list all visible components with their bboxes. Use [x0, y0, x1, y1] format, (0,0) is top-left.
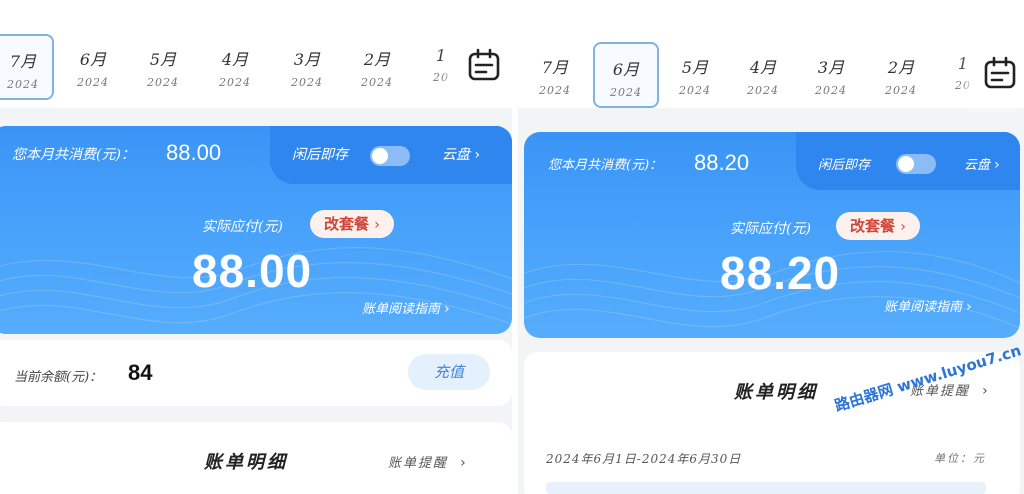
closed-store-toggle[interactable]	[370, 146, 410, 166]
month-label: 6月	[612, 60, 640, 79]
bill-summary-card: 您本月共消费(元)： 88.00 闲后即存 云盘 › 实际应付(元) 改套餐 ›…	[0, 126, 512, 334]
year-label: 2024	[219, 76, 251, 89]
change-plan-button[interactable]: 改套餐 ›	[836, 212, 920, 240]
month-selector: 7月 2024 6月 2024 5月 2024 4月 2024 3月 2024 …	[518, 0, 1024, 108]
change-plan-label: 改套餐	[850, 217, 896, 235]
cloud-link[interactable]: 云盘 ›	[964, 154, 1000, 173]
month-tab-march[interactable]: 3月 2024	[276, 34, 338, 100]
month-tab-july[interactable]: 7月 2024	[524, 42, 586, 108]
chevron-right-icon: ›	[460, 455, 466, 471]
cloud-link[interactable]: 云盘 ›	[442, 144, 480, 164]
toggle-knob	[898, 156, 914, 172]
chevron-right-icon: ›	[982, 383, 988, 399]
calendar-button[interactable]	[976, 38, 1024, 108]
month-label: 3月	[817, 58, 845, 77]
card-header: 您本月共消费(元)： 88.00 闲后即存 云盘 ›	[0, 126, 512, 184]
closed-store-label: 闲后即存	[818, 158, 871, 173]
month-label: 4月	[749, 58, 777, 77]
bill-guide-label: 账单阅读指南	[884, 300, 963, 315]
year-label: 2024	[291, 76, 323, 89]
chevron-right-icon: ›	[474, 147, 481, 163]
change-plan-label: 改套餐	[324, 215, 370, 233]
toggle-knob	[372, 148, 388, 164]
bill-reminder-label: 账单提醒	[388, 456, 449, 471]
change-plan-button[interactable]: 改套餐 ›	[310, 210, 394, 238]
pay-amount: 88.00	[192, 245, 313, 297]
monthly-total-label: 您本月共消费(元)：	[12, 147, 135, 163]
month-label: 5月	[681, 58, 709, 77]
month-tab-february[interactable]: 2月 2024	[346, 34, 408, 100]
balance-value: 84	[128, 360, 153, 385]
bill-detail-title: 账单明细	[204, 452, 288, 473]
month-label: 3月	[293, 50, 321, 69]
month-label: 2月	[887, 58, 915, 77]
chevron-right-icon: ›	[374, 217, 380, 233]
year-label: 2024	[815, 84, 847, 97]
year-label: 2024	[679, 84, 711, 97]
cloud-label: 云盘	[964, 158, 991, 173]
balance-label: 当前余额(元)：	[14, 370, 103, 385]
calendar-icon	[468, 48, 500, 81]
list-item-preview	[546, 482, 986, 494]
bill-guide-link[interactable]: 账单阅读指南 ›	[884, 296, 972, 315]
year-label: 2024	[7, 78, 39, 91]
recharge-button[interactable]: 充值	[408, 354, 490, 390]
bill-summary-card: 您本月共消费(元)： 88.20 闲后即存 云盘 › 实际应付(元) 改套餐 ›…	[524, 132, 1020, 338]
bill-period: 2024年6月1日-2024年6月30日	[546, 452, 742, 466]
month-tab-may[interactable]: 5月 2024	[664, 42, 726, 108]
month-tab-april[interactable]: 4月 2024	[732, 42, 794, 108]
closed-store-toggle[interactable]	[896, 154, 936, 174]
pay-label: 实际应付(元)	[730, 221, 811, 237]
month-selector: 7月 2024 6月 2024 5月 2024 4月 2024 3月 2024 …	[0, 0, 512, 108]
month-label: 6月	[79, 50, 107, 69]
cloud-label: 云盘	[442, 147, 470, 163]
pay-amount: 88.20	[720, 247, 841, 299]
bill-detail-title: 账单明细	[734, 382, 818, 403]
month-label: 7月	[541, 58, 569, 77]
year-label: 2024	[361, 76, 393, 89]
chevron-right-icon: ›	[966, 299, 972, 315]
chevron-right-icon: ›	[900, 219, 906, 235]
month-label: 2月	[363, 50, 391, 69]
month-label: 7月	[9, 52, 37, 71]
bill-detail-card: 账单明细 账单提醒 ›	[0, 422, 512, 494]
year-label: 2024	[747, 84, 779, 97]
year-label: 2024	[885, 84, 917, 97]
month-tab-march[interactable]: 3月 2024	[800, 42, 862, 108]
closed-store-label: 闲后即存	[292, 147, 348, 163]
calendar-button[interactable]	[456, 30, 512, 100]
bill-guide-label: 账单阅读指南	[362, 302, 441, 317]
month-tab-july[interactable]: 7月 2024	[0, 34, 54, 100]
chevron-right-icon: ›	[444, 301, 450, 317]
month-label: 4月	[221, 50, 249, 69]
month-tab-june[interactable]: 6月 2024	[593, 42, 659, 108]
bill-panel-july: 7月 2024 6月 2024 5月 2024 4月 2024 3月 2024 …	[0, 0, 512, 494]
month-tab-april[interactable]: 4月 2024	[204, 34, 266, 100]
balance-card: 当前余额(元)： 84 充值	[0, 340, 512, 406]
calendar-icon	[984, 56, 1016, 89]
year-label: 2024	[610, 86, 642, 99]
monthly-total-label: 您本月共消费(元)：	[548, 158, 663, 173]
monthly-total-amount: 88.20	[694, 150, 750, 175]
month-tab-may[interactable]: 5月 2024	[132, 34, 194, 100]
chevron-right-icon: ›	[994, 157, 1000, 173]
year-label: 2024	[77, 76, 109, 89]
bill-reminder-link[interactable]: 账单提醒 ›	[388, 452, 466, 471]
month-tab-june[interactable]: 6月 2024	[62, 34, 124, 100]
bill-guide-link[interactable]: 账单阅读指南 ›	[362, 298, 450, 317]
month-label: 5月	[149, 50, 177, 69]
year-label: 2024	[147, 76, 179, 89]
month-tab-february[interactable]: 2月 2024	[870, 42, 932, 108]
bill-panel-june: 7月 2024 6月 2024 5月 2024 4月 2024 3月 2024 …	[518, 0, 1024, 494]
card-header: 您本月共消费(元)： 88.20 闲后即存 云盘 ›	[524, 132, 1020, 190]
unit-label: 单位：元	[934, 452, 986, 465]
monthly-total-amount: 88.00	[166, 140, 222, 165]
pay-label: 实际应付(元)	[202, 219, 283, 235]
year-label: 2024	[539, 84, 571, 97]
